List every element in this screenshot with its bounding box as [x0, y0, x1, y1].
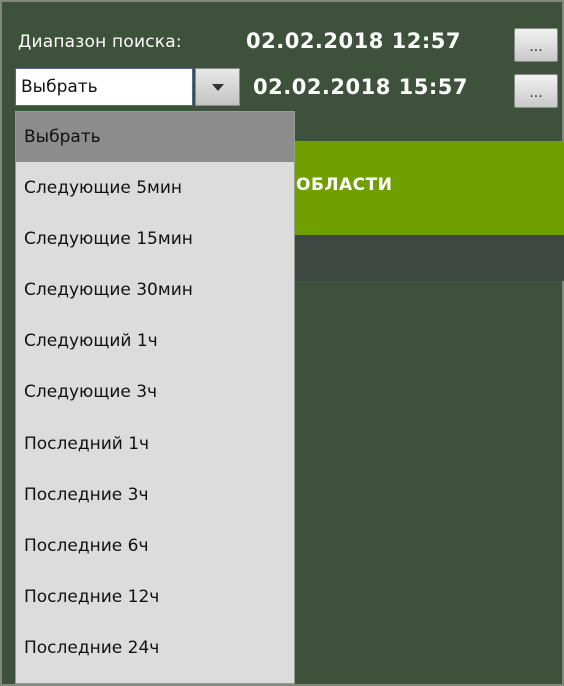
dropdown-option[interactable]: Выбрать: [16, 112, 294, 162]
dropdown-option[interactable]: Последние 12ч: [16, 572, 294, 623]
dropdown-option[interactable]: Последний 1ч: [16, 418, 294, 469]
range-preset-select[interactable]: Выбрать: [15, 68, 193, 106]
start-datetime: 02.02.2018 12:57: [246, 29, 462, 53]
dropdown-option[interactable]: Следующие 30мин: [16, 264, 294, 315]
end-datetime: 02.02.2018 15:57: [253, 75, 469, 99]
areas-header-label: ОБЛАСТИ: [296, 175, 393, 195]
dropdown-option[interactable]: Следующие 5мин: [16, 162, 294, 213]
dropdown-option[interactable]: Последние 6ч: [16, 520, 294, 571]
dropdown-option[interactable]: Последние 24ч: [16, 623, 294, 674]
end-datetime-browse-button[interactable]: ...: [514, 74, 558, 108]
dropdown-option[interactable]: Следующие 15мин: [16, 213, 294, 264]
areas-subheader-bar: [294, 235, 564, 281]
search-range-label: Диапазон поиска:: [18, 32, 182, 52]
dropdown-option[interactable]: Следующие 3ч: [16, 367, 294, 418]
range-preset-dropdown-list: Выбрать Следующие 5мин Следующие 15мин С…: [15, 111, 295, 684]
chevron-down-icon: [212, 84, 224, 91]
dropdown-option[interactable]: Последние 3ч: [16, 469, 294, 520]
start-datetime-browse-button[interactable]: ...: [514, 28, 558, 62]
dropdown-option[interactable]: Следующий 1ч: [16, 316, 294, 367]
select-value: Выбрать: [21, 77, 98, 97]
select-dropdown-button[interactable]: [195, 68, 240, 106]
